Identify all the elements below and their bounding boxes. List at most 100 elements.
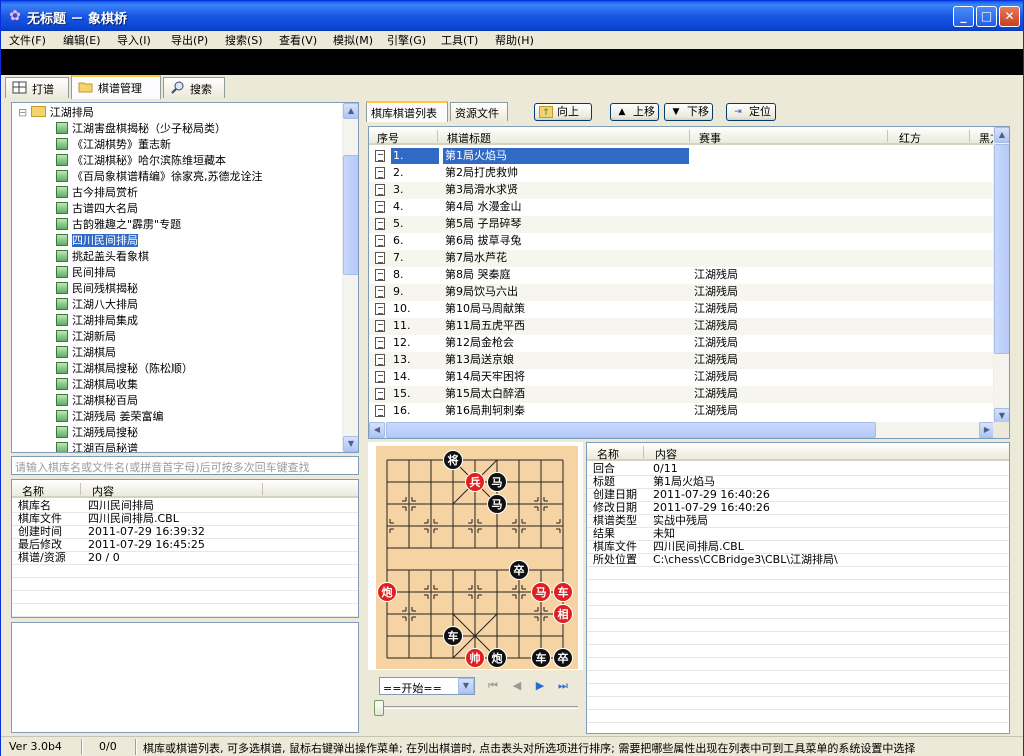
game-row[interactable]: 1. 第1局火焰马 — [369, 148, 995, 165]
scroll-down-icon[interactable]: ▼ — [343, 436, 358, 452]
move-slider[interactable] — [372, 699, 579, 717]
tree-item[interactable]: 江湖棋局 — [56, 345, 116, 361]
game-row[interactable]: 12. 第12局金枪会 江湖残局 — [369, 335, 995, 352]
xiangqi-board[interactable]: 将兵马马卒炮马车相车帅炮车卒 — [376, 446, 578, 669]
tree-item[interactable]: 挑起盖头看象棋 — [56, 249, 149, 265]
tree-scrollbar[interactable]: ▲ ▼ — [342, 103, 358, 452]
tree-item[interactable]: 江湖棋局搜秘（陈松顺） — [56, 361, 193, 377]
tree-item[interactable]: 民间残棋揭秘 — [56, 281, 138, 297]
props-row[interactable]: 棋谱/资源 20 / 0 — [12, 552, 358, 565]
library-tree[interactable]: ⊟ 江湖排局 江湖害盘棋揭秘（少子秘局类） 《江湖棋势》董志新 《江湖棋秘》哈尔滨陈… — [11, 102, 359, 453]
tree-item[interactable]: 江湖残局搜秘 — [56, 425, 138, 441]
tree-item[interactable]: 江湖排局集成 — [56, 313, 138, 329]
tree-item[interactable]: 江湖害盘棋揭秘（少子秘局类） — [56, 121, 226, 137]
library-search-input[interactable]: 请输入棋库名或文件名(或拼音首字母)后可按多次回车键查找 — [11, 456, 359, 475]
col-title[interactable]: 棋谱标题 — [447, 130, 491, 146]
game-row[interactable]: 8. 第8局 哭秦庭 江湖残局 — [369, 267, 995, 284]
menu-edit[interactable]: 编辑(E) — [63, 32, 101, 48]
info-header-content[interactable]: 内容 — [655, 446, 677, 462]
game-row[interactable]: 3. 第3局滑水求贤 — [369, 182, 995, 199]
scroll-thumb[interactable] — [386, 422, 876, 438]
tree-item[interactable]: 江湖百局秘谱 — [56, 441, 138, 452]
menu-search[interactable]: 搜索(S) — [225, 32, 263, 48]
scroll-thumb[interactable] — [343, 155, 358, 275]
game-list[interactable]: 序号 棋谱标题 赛事 红方 黑方 1. 第1局火焰马 2. 第2局打虎救帅 3. 第3局滑… — [368, 126, 1010, 439]
tab-search[interactable]: 搜索 — [163, 77, 225, 98]
move-up-button[interactable]: ▲ 上移 — [610, 103, 659, 121]
scroll-thumb[interactable] — [994, 144, 1009, 354]
piece-black[interactable]: 将 — [443, 450, 463, 470]
game-row[interactable]: 16. 第16局荆轲刺秦 江湖残局 — [369, 403, 995, 420]
piece-black[interactable]: 卒 — [553, 648, 573, 668]
piece-black[interactable]: 车 — [531, 648, 551, 668]
menu-simulate[interactable]: 模拟(M) — [333, 32, 373, 48]
next-move-icon[interactable]: ▶ — [531, 678, 549, 694]
up-level-button[interactable]: ↑ 向上 — [534, 103, 592, 121]
notes-area[interactable] — [11, 622, 359, 733]
piece-black[interactable]: 马 — [487, 494, 507, 514]
piece-black[interactable]: 炮 — [487, 648, 507, 668]
piece-red[interactable]: 车 — [553, 582, 573, 602]
info-row[interactable]: 棋谱类型 实战中残局 — [587, 515, 1009, 528]
info-row[interactable]: 所处位置 C:\chess\CCBridge3\CBL\江湖排局\ — [587, 554, 1009, 567]
tree-item[interactable]: 《江湖棋势》董志新 — [56, 137, 171, 153]
col-index[interactable]: 序号 — [377, 130, 399, 146]
title-bar[interactable]: ✿ 无标题 － 象棋桥 _ □ ✕ — [1, 1, 1023, 31]
scroll-up-icon[interactable]: ▲ — [994, 127, 1009, 143]
maximize-button[interactable]: □ — [976, 6, 997, 27]
tree-root[interactable]: ⊟ 江湖排局 — [18, 105, 94, 121]
game-row[interactable]: 13. 第13局送京娘 江湖残局 — [369, 352, 995, 369]
piece-red[interactable]: 相 — [553, 604, 573, 624]
scroll-up-icon[interactable]: ▲ — [343, 103, 358, 119]
menu-engine[interactable]: 引擎(G) — [387, 32, 426, 48]
game-row[interactable]: 6. 第6局 拔草寻兔 — [369, 233, 995, 250]
info-row[interactable]: 结果 未知 — [587, 528, 1009, 541]
tree-item[interactable]: 《百局象棋谱精编》徐家亮,苏德龙诠注 — [56, 169, 263, 185]
game-row[interactable]: 9. 第9局饮马六出 江湖残局 — [369, 284, 995, 301]
prev-move-icon[interactable]: ◀ — [508, 678, 526, 694]
piece-red[interactable]: 兵 — [465, 472, 485, 492]
menu-view[interactable]: 查看(V) — [279, 32, 317, 48]
menu-import[interactable]: 导入(I) — [117, 32, 151, 48]
minimize-button[interactable]: _ — [953, 6, 974, 27]
game-row[interactable]: 15. 第15局太白醉酒 江湖残局 — [369, 386, 995, 403]
piece-black[interactable]: 卒 — [509, 560, 529, 580]
props-header-name[interactable]: 名称 — [22, 483, 44, 499]
game-row[interactable]: 10. 第10局马周献策 江湖残局 — [369, 301, 995, 318]
game-row[interactable]: 2. 第2局打虎救帅 — [369, 165, 995, 182]
game-row[interactable]: 4. 第4局 水漫金山 — [369, 199, 995, 216]
col-red[interactable]: 红方 — [899, 130, 921, 146]
game-list-hscroll[interactable]: ◀ ▶ — [369, 422, 995, 438]
first-move-icon[interactable]: ⏮ — [484, 678, 502, 694]
game-row[interactable]: 5. 第5局 子昂碎琴 — [369, 216, 995, 233]
tab-play[interactable]: 打谱 — [5, 77, 69, 98]
tab-game-list[interactable]: 棋库棋谱列表 — [366, 101, 448, 122]
tree-item[interactable]: 四川民间排局 — [56, 233, 138, 249]
piece-red[interactable]: 炮 — [377, 582, 397, 602]
tree-item[interactable]: 江湖新局 — [56, 329, 116, 345]
piece-black[interactable]: 马 — [487, 472, 507, 492]
scroll-left-icon[interactable]: ◀ — [369, 422, 385, 438]
tree-item[interactable]: 古韵雅趣之"霹雳"专题 — [56, 217, 181, 233]
game-row[interactable]: 14. 第14局天牢困将 江湖残局 — [369, 369, 995, 386]
info-header-name[interactable]: 名称 — [597, 446, 619, 462]
locate-button[interactable]: ⇥ 定位 — [726, 103, 776, 121]
tab-manage[interactable]: 棋谱管理 — [71, 75, 161, 99]
close-button[interactable]: ✕ — [999, 6, 1020, 27]
info-row[interactable]: 标题 第1局火焰马 — [587, 476, 1009, 489]
game-row[interactable]: 11. 第11局五虎平西 江湖残局 — [369, 318, 995, 335]
info-row[interactable]: 创建日期 2011-07-29 16:40:26 — [587, 489, 1009, 502]
game-row[interactable]: 7. 第7局水芦花 — [369, 250, 995, 267]
tree-item[interactable]: 民间排局 — [56, 265, 116, 281]
piece-red[interactable]: 帅 — [465, 648, 485, 668]
chevron-down-icon[interactable]: ▼ — [458, 678, 474, 694]
piece-black[interactable]: 车 — [443, 626, 463, 646]
tree-item[interactable]: 《江湖棋秘》哈尔滨陈维垣藏本 — [56, 153, 226, 169]
slider-thumb[interactable] — [374, 700, 384, 716]
info-row[interactable]: 回合 0/11 — [587, 463, 1009, 476]
tree-item[interactable]: 江湖残局 姜荣富编 — [56, 409, 164, 425]
menu-tools[interactable]: 工具(T) — [441, 32, 478, 48]
move-down-button[interactable]: ▼ 下移 — [664, 103, 713, 121]
game-list-vscroll[interactable]: ▲ ▼ — [993, 127, 1009, 424]
menu-file[interactable]: 文件(F) — [9, 32, 46, 48]
